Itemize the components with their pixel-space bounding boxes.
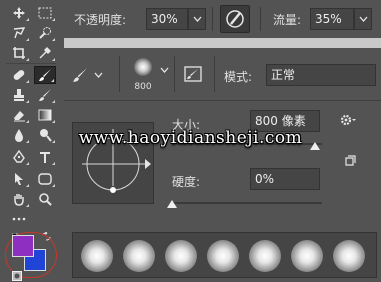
brush-picker-dropdown[interactable] (160, 62, 169, 84)
crop-tool-icon[interactable] (8, 44, 30, 62)
chevron-down-icon (160, 67, 169, 73)
eraser-tool-icon[interactable] (8, 106, 30, 124)
brush-size-number: 800 (134, 82, 152, 92)
brush-settings-panel-button[interactable] (182, 64, 204, 84)
opacity-field[interactable]: 30% (146, 8, 188, 30)
brush-preset-item[interactable] (123, 240, 155, 272)
chevron-down-icon (94, 72, 103, 78)
opacity-dropdown[interactable] (188, 8, 206, 30)
pen-pressure-icon (226, 10, 244, 28)
watermark-text: www.haoyidianshejі.com (78, 128, 303, 148)
hardness-field[interactable]: 0% (250, 168, 320, 190)
brush-size-preview[interactable]: 800 (130, 56, 156, 96)
history-brush-tool-icon[interactable] (34, 86, 56, 104)
type-tool-icon[interactable] (34, 148, 56, 166)
opacity-label: 不透明度: (74, 13, 127, 27)
brush-preset-item[interactable] (165, 240, 197, 272)
chevron-down-icon (359, 16, 367, 22)
options-divider (260, 7, 261, 31)
mode-value: 正常 (271, 68, 296, 82)
path-select-tool-icon[interactable] (8, 170, 30, 188)
brush-settings-icon (184, 66, 202, 82)
pen-tool-icon[interactable] (8, 148, 30, 166)
panel-divider (64, 100, 381, 101)
gradient-tool-icon[interactable] (34, 106, 56, 124)
healing-brush-tool-icon[interactable] (8, 66, 30, 84)
new-preset-icon (345, 155, 356, 166)
quick-select-tool-icon[interactable] (34, 24, 56, 42)
brush-icon (73, 68, 87, 82)
options-divider (212, 7, 213, 31)
brush-preset-item[interactable] (333, 240, 365, 272)
brush-tip-thumbnail (134, 58, 152, 76)
lasso-tool-icon[interactable] (8, 24, 30, 42)
clone-stamp-tool-icon[interactable] (8, 86, 30, 104)
pen-pressure-opacity-button[interactable] (220, 5, 250, 33)
foreground-color-swatch[interactable] (12, 235, 34, 257)
panel-divider (174, 56, 175, 92)
hardness-label: 硬度: (172, 175, 201, 189)
panel-divider (214, 56, 215, 92)
flow-field[interactable]: 35% (310, 8, 354, 30)
brush-tool-preset-picker[interactable] (72, 64, 112, 86)
tools-divider (6, 63, 56, 64)
brush-tool-icon[interactable] (34, 66, 56, 84)
options-bar: 不透明度: 30% 流量: 35% (64, 0, 381, 38)
hand-tool-icon[interactable] (8, 190, 30, 208)
brush-preset-panel: 800 模式: 正常 大小: 800 像素 硬度: 0% (64, 48, 381, 282)
eyedropper-tool-icon[interactable] (34, 44, 56, 62)
hardness-slider-thumb[interactable] (167, 200, 177, 208)
gear-icon (340, 114, 356, 126)
brush-preset-item[interactable] (249, 240, 281, 272)
mode-select[interactable]: 正常 (266, 64, 376, 86)
quick-mask-icon[interactable] (12, 266, 22, 282)
brush-preset-item[interactable] (207, 240, 239, 272)
chevron-down-icon (193, 16, 201, 22)
brush-preset-item[interactable] (291, 240, 323, 272)
marquee-tool-icon[interactable] (34, 4, 56, 22)
mode-label: 模式: (224, 70, 253, 84)
hardness-slider[interactable] (172, 202, 322, 204)
panel-divider (119, 56, 120, 92)
zoom-tool-icon[interactable] (34, 190, 56, 208)
new-preset-button[interactable] (344, 152, 356, 171)
flow-dropdown[interactable] (354, 8, 372, 30)
shape-tool-icon[interactable] (34, 170, 56, 188)
flow-label: 流量: (273, 13, 302, 27)
brush-preset-item[interactable] (81, 240, 113, 272)
move-tool-icon[interactable] (8, 4, 30, 22)
brush-presets-list (72, 232, 377, 278)
